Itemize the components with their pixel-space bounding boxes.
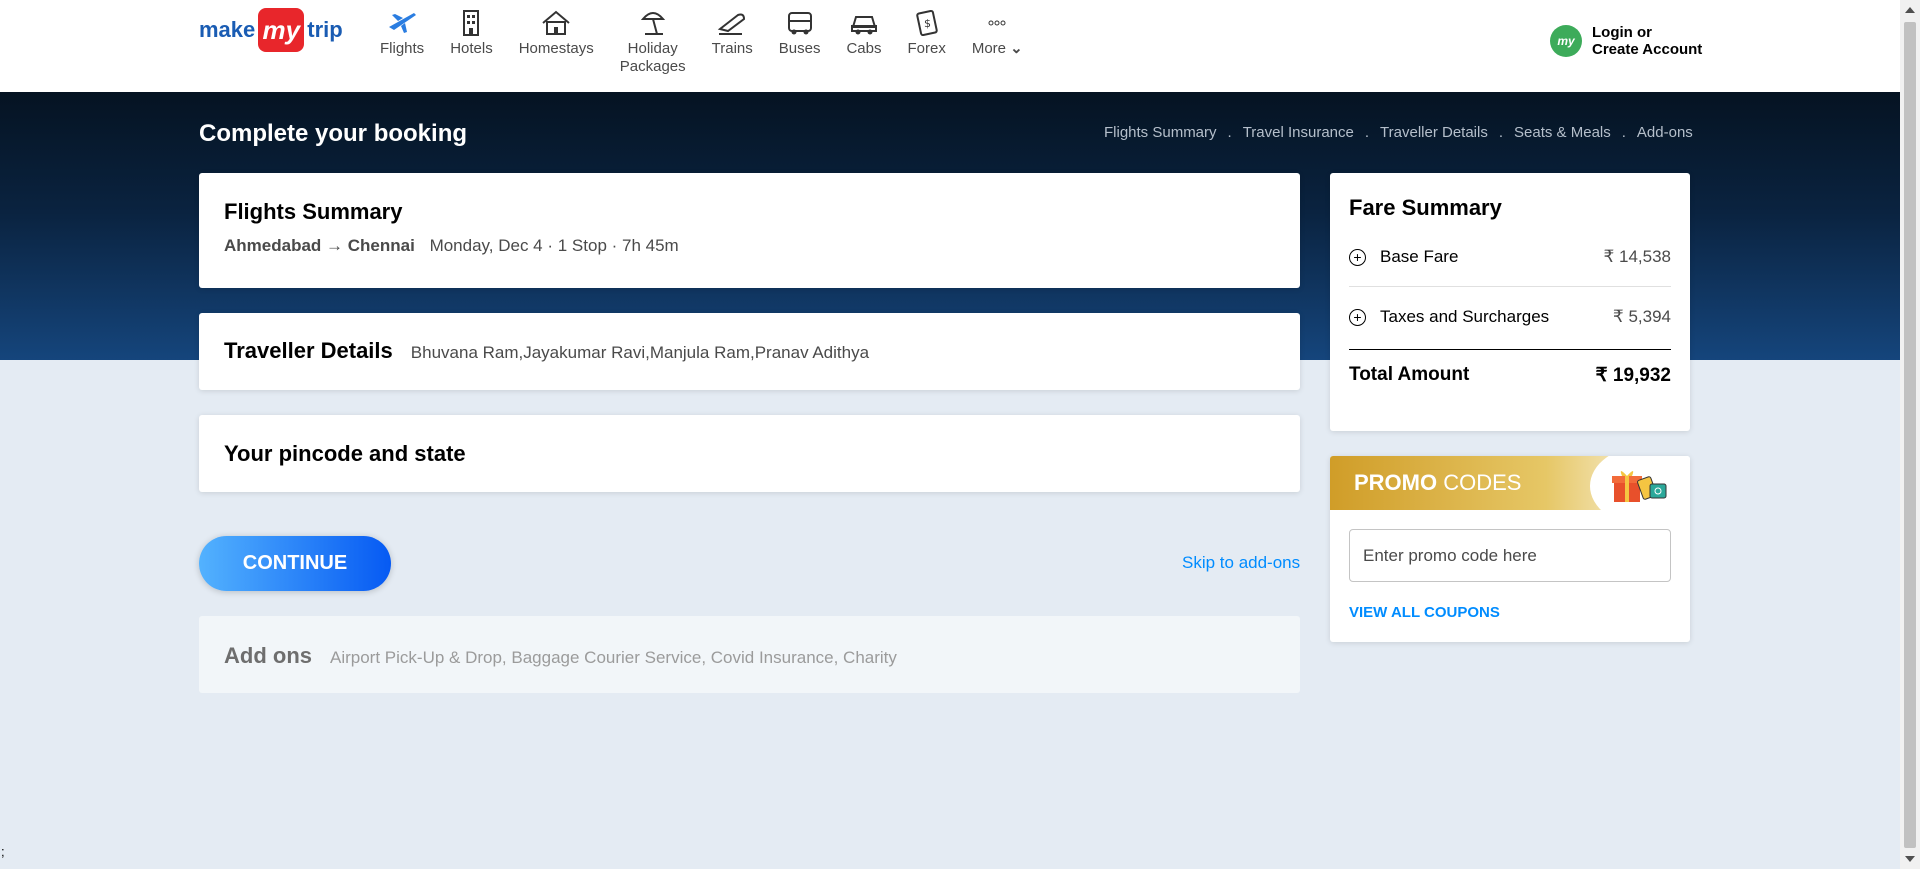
login-text: Login or Create Account [1592,24,1702,58]
main-nav: Flights Hotels Homestays Holiday Package… [380,4,1049,76]
nav-forex[interactable]: $ Forex [907,4,946,76]
fare-summary-card: Fare Summary + Base Fare ₹ 14,538 + Taxe… [1330,173,1690,431]
booking-steps: Flights Summary . Travel Insurance . Tra… [1104,124,1693,141]
expand-plus-icon[interactable]: + [1349,308,1366,326]
promo-codes-card: PROMO CODES VIEW ALL COUPONS [1330,456,1690,642]
promo-banner: PROMO CODES [1330,456,1690,510]
nav-holiday-packages-label: Holiday Packages [619,40,686,75]
skip-to-addons-link[interactable]: Skip to add-ons [1182,553,1300,573]
base-fare-label: Base Fare [1380,247,1459,266]
nav-hotels-label: Hotels [450,40,493,57]
cab-icon [848,4,880,40]
traveller-details-card[interactable]: Traveller Details Bhuvana Ram,Jayakumar … [199,313,1300,390]
nav-buses-label: Buses [778,40,821,57]
step-separator: . [1498,124,1504,141]
base-fare-amount: ₹ 14,538 [1603,247,1671,266]
flight-route: Ahmedabad → Chennai Monday, Dec 4 · 1 St… [224,236,1275,256]
total-amount: ₹ 19,932 [1595,365,1671,386]
flights-summary-title: Flights Summary [224,199,403,224]
nav-homestays[interactable]: Homestays [519,4,594,76]
taxes-row[interactable]: + Taxes and Surcharges ₹ 5,394 [1349,294,1671,340]
gift-coupon-icon [1612,471,1667,502]
total-label: Total Amount [1349,364,1470,385]
promo-title-bold: PROMO [1354,470,1438,495]
nav-homestays-label: Homestays [518,40,594,57]
nav-flights-label: Flights [380,40,425,57]
login-line2: Create Account [1592,41,1703,58]
promo-title-rest: CODES [1437,470,1522,495]
addons-list: Airport Pick-Up & Drop, Baggage Courier … [330,648,897,667]
nav-holiday-packages[interactable]: Holiday Packages [620,4,686,76]
nav-cabs[interactable]: Cabs [846,4,881,76]
step-traveller-details[interactable]: Traveller Details [1380,124,1488,141]
nav-hotels[interactable]: Hotels [450,4,493,76]
continue-button[interactable]: CONTINUE [199,536,391,591]
scroll-up-arrow-icon[interactable] [1905,7,1915,13]
logo-make-text: make [199,17,256,42]
hotel-icon [455,4,487,40]
view-all-coupons-link[interactable]: VIEW ALL COUPONS [1349,604,1500,621]
scroll-down-arrow-icon[interactable] [1905,856,1915,862]
route-arrow: → [326,236,344,255]
nav-forex-label: Forex [907,40,946,57]
login-line1: Login or [1592,24,1652,41]
step-separator: . [1621,124,1626,141]
nav-trains-label: Trains [711,40,753,57]
pincode-state-card[interactable]: Your pincode and state [199,415,1300,492]
base-fare-row[interactable]: + Base Fare ₹ 14,538 [1349,234,1671,280]
promo-code-input[interactable] [1349,529,1671,582]
page-scrollbar[interactable] [1900,0,1920,869]
addons-card: Add ons Airport Pick-Up & Drop, Baggage … [199,616,1300,693]
nav-trains[interactable]: Trains [712,4,753,76]
logo-trip-text: trip [307,17,343,42]
taxes-amount: ₹ 5,394 [1612,307,1671,326]
promo-title: PROMO CODES [1354,470,1521,496]
step-seats-meals[interactable]: Seats & Meals [1514,124,1611,141]
traveller-names: Bhuvana Ram,Jayakumar Ravi,Manjula Ram,P… [410,343,870,362]
top-header: make my trip Flights Hotels Homestays Ho… [0,0,1900,92]
nav-more[interactable]: More [972,4,1023,76]
nav-cabs-label: Cabs [846,40,882,57]
scrollbar-thumb[interactable] [1904,22,1916,848]
expand-plus-icon[interactable]: + [1349,248,1366,266]
step-flights-summary[interactable]: Flights Summary [1104,124,1217,141]
step-travel-insurance[interactable]: Travel Insurance [1243,124,1354,141]
flight-icon [386,4,418,40]
addons-title: Add ons [224,643,312,668]
step-add-ons[interactable]: Add-ons [1637,124,1693,141]
login-button[interactable]: my Login or Create Account [1550,24,1702,58]
holiday-icon [637,4,669,40]
pincode-state-title: Your pincode and state [224,441,466,466]
bus-icon [784,4,816,40]
taxes-label: Taxes and Surcharges [1380,307,1550,326]
page-title: Complete your booking [199,120,468,147]
flights-summary-card[interactable]: Flights Summary Ahmedabad → Chennai Mond… [199,173,1300,288]
svg-text:$: $ [924,17,931,30]
nav-flights[interactable]: Flights [380,4,424,76]
fare-summary-title: Fare Summary [1349,195,1502,220]
step-separator: . [1364,124,1370,141]
forex-icon: $ [911,4,943,40]
route-to: Chennai [347,236,415,255]
stray-character: ; [1,844,5,859]
fare-divider [1349,286,1671,287]
route-from: Ahmedabad [224,236,322,255]
step-separator: . [1227,124,1232,141]
traveller-details-title: Traveller Details [224,338,393,363]
train-icon [716,4,748,40]
nav-buses[interactable]: Buses [778,4,821,76]
more-icon [981,4,1013,40]
nav-more-label: More [972,40,1023,58]
total-row: Total Amount ₹ 19,932 [1349,364,1671,387]
homestay-icon [540,4,572,40]
total-divider [1349,349,1671,350]
user-avatar: my [1550,25,1582,57]
logo-my-badge: my [258,8,305,52]
makemytrip-logo[interactable]: make my trip [199,8,343,52]
flight-meta: Monday, Dec 4 · 1 Stop · 7h 45m [429,236,679,255]
